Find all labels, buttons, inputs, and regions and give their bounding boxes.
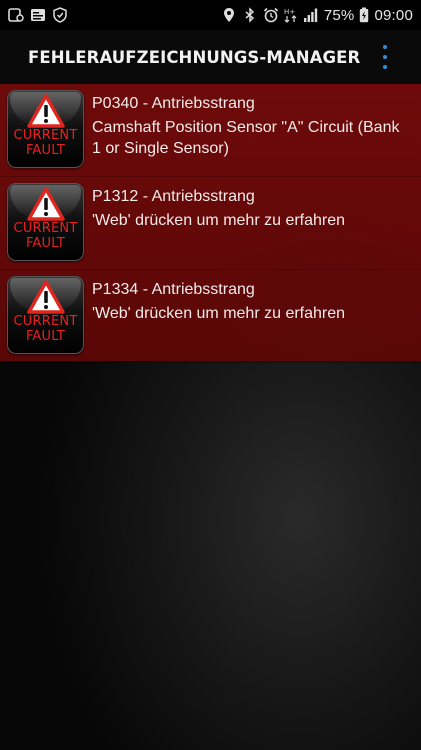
current-fault-badge: CURRENT FAULT [7, 183, 84, 261]
clock: 09:00 [374, 6, 413, 24]
badge-label-line2: FAULT [25, 143, 66, 158]
bluetooth-icon [242, 7, 258, 23]
fault-description: 'Web' drücken um mehr zu erfahren [92, 212, 346, 229]
battery-charging-icon [359, 7, 369, 23]
fault-text: P1312 - Antriebsstrang 'Web' drücken um … [92, 186, 410, 231]
status-bar-left [0, 7, 68, 23]
svg-text:H+: H+ [284, 8, 295, 16]
badge-label-line2: FAULT [25, 236, 66, 251]
fault-text: P1334 - Antriebsstrang 'Web' drücken um … [92, 279, 410, 324]
fault-list-item[interactable]: CURRENT FAULT P0340 - Antriebsstrang Cam… [0, 84, 421, 177]
fault-list-item[interactable]: CURRENT FAULT P1312 - Antriebsstrang 'We… [0, 177, 421, 270]
fault-code: P1312 - Antriebsstrang [92, 188, 255, 205]
app-bar: FEHLERAUFZEICHNUNGS-MANAGER [0, 30, 421, 84]
status-bar: H+ 75% 09:00 [0, 0, 421, 30]
fault-description: 'Web' drücken um mehr zu erfahren [92, 305, 346, 322]
badge-label-line1: CURRENT [13, 128, 78, 143]
mobile-data-icon: H+ [284, 7, 298, 23]
shield-icon [52, 7, 68, 23]
status-bar-right: H+ 75% 09:00 [221, 7, 421, 24]
gallery-icon [30, 7, 46, 23]
badge-label-line1: CURRENT [13, 221, 78, 236]
screen: H+ 75% 09:00 FEHLERAUFZEICHNUNGS-MANAGER [0, 0, 421, 750]
warning-triangle-icon [26, 187, 65, 221]
page-title: FEHLERAUFZEICHNUNGS-MANAGER [28, 47, 361, 67]
notification-app-icon [8, 7, 24, 23]
badge-label-line2: FAULT [25, 329, 66, 344]
current-fault-badge: CURRENT FAULT [7, 90, 84, 168]
badge-label-line1: CURRENT [13, 314, 78, 329]
current-fault-badge: CURRENT FAULT [7, 276, 84, 354]
fault-code: P0340 - Antriebsstrang [92, 95, 255, 112]
location-icon [221, 7, 237, 23]
warning-triangle-icon [26, 280, 65, 314]
overflow-menu-icon [383, 45, 387, 49]
overflow-menu-button[interactable] [375, 45, 395, 69]
fault-code: P1334 - Antriebsstrang [92, 281, 255, 298]
overflow-menu-dot [383, 55, 387, 59]
battery-percent: 75% [323, 6, 355, 24]
warning-triangle-icon [26, 94, 65, 128]
fault-list-item[interactable]: CURRENT FAULT P1334 - Antriebsstrang 'We… [0, 270, 421, 363]
fault-text: P0340 - Antriebsstrang Camshaft Position… [92, 93, 410, 159]
overflow-menu-dot [383, 65, 387, 69]
fault-description: Camshaft Position Sensor "A" Circuit (Ba… [92, 119, 400, 157]
alarm-icon [263, 7, 279, 23]
signal-icon [303, 7, 319, 23]
fault-list: CURRENT FAULT P0340 - Antriebsstrang Cam… [0, 84, 421, 363]
